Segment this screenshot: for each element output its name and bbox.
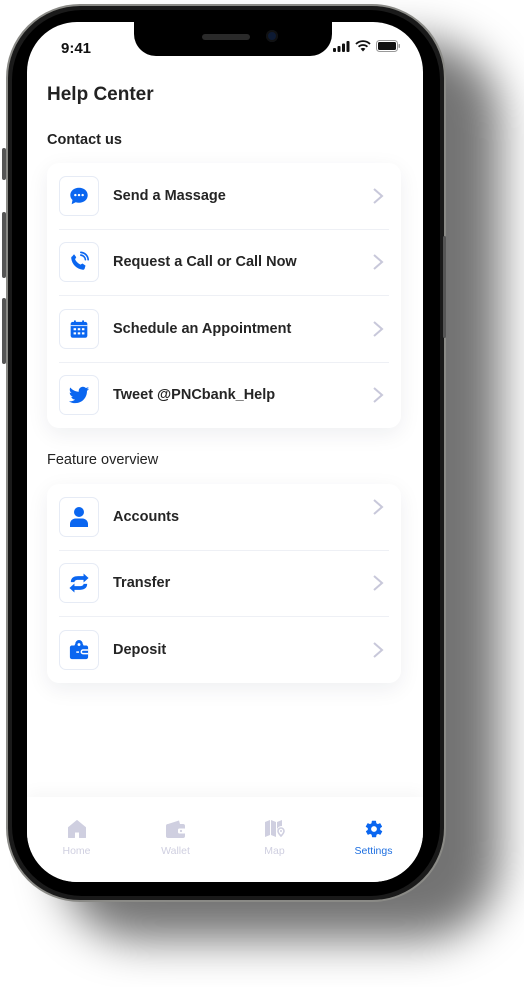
chevron-right-icon [373, 498, 384, 515]
chevron-right-icon [373, 254, 384, 271]
list-item-accounts[interactable]: Accounts [59, 484, 389, 551]
tab-label: Home [62, 845, 91, 857]
signal-icon [333, 40, 350, 52]
chevron-right-icon [373, 187, 384, 204]
wifi-icon [355, 40, 371, 52]
notch [134, 22, 332, 56]
front-camera [266, 30, 278, 42]
list-item-label: Send a Massage [113, 187, 226, 204]
gear-icon [365, 820, 382, 838]
phone-call-icon [59, 242, 99, 283]
contact-card: Send a Massage Request a Call or Call No… [47, 163, 401, 428]
home-icon [67, 820, 86, 838]
list-item-label: Tweet @PNCbank_Help [113, 387, 276, 404]
page-title: Help Center [47, 84, 154, 105]
list-item-label: Request a Call or Call Now [113, 254, 297, 271]
tab-bar: Home Wallet Map Settings [27, 797, 423, 882]
chat-bubble-icon [59, 175, 99, 216]
user-icon [59, 496, 99, 537]
chevron-right-icon [373, 320, 384, 337]
tab-wallet[interactable]: Wallet [126, 797, 225, 882]
tab-label: Map [264, 845, 285, 857]
app-screen: 9:41 Help Center Contact us Send a Massa… [27, 22, 423, 882]
transfer-icon [59, 563, 99, 604]
battery-icon [376, 40, 400, 52]
list-item-transfer[interactable]: Transfer [59, 551, 389, 617]
list-item-schedule-appointment[interactable]: Schedule an Appointment [59, 296, 389, 363]
volume-up-button [2, 212, 6, 278]
list-item-deposit[interactable]: Deposit [59, 617, 389, 683]
tab-label: Settings [354, 845, 393, 857]
mute-switch [2, 148, 6, 180]
twitter-icon [59, 375, 99, 416]
tab-home[interactable]: Home [27, 797, 126, 882]
power-button [443, 236, 446, 338]
wallet-icon [165, 820, 186, 838]
section-title-feature: Feature overview [47, 452, 159, 468]
volume-down-button [2, 298, 6, 364]
section-title-contact: Contact us [47, 132, 122, 148]
list-item-label: Schedule an Appointment [113, 320, 292, 337]
tab-map[interactable]: Map [225, 797, 324, 882]
chevron-right-icon [373, 641, 384, 658]
list-item-send-message[interactable]: Send a Massage [59, 163, 389, 230]
map-icon [264, 820, 285, 838]
status-time: 9:41 [61, 40, 92, 57]
deposit-wallet-icon [59, 629, 99, 670]
chevron-right-icon [373, 575, 384, 592]
list-item-tweet[interactable]: Tweet @PNCbank_Help [59, 363, 389, 429]
list-item-label: Transfer [113, 575, 171, 592]
chevron-right-icon [373, 387, 384, 404]
list-item-label: Accounts [113, 508, 180, 525]
feature-card: Accounts Transfer Deposit [47, 484, 401, 683]
list-item-request-call[interactable]: Request a Call or Call Now [59, 230, 389, 296]
status-icons [333, 40, 401, 52]
tab-label: Wallet [161, 845, 190, 857]
tab-settings[interactable]: Settings [324, 797, 423, 882]
calendar-icon [59, 308, 99, 349]
speaker-grille [202, 34, 250, 40]
list-item-label: Deposit [113, 641, 167, 658]
